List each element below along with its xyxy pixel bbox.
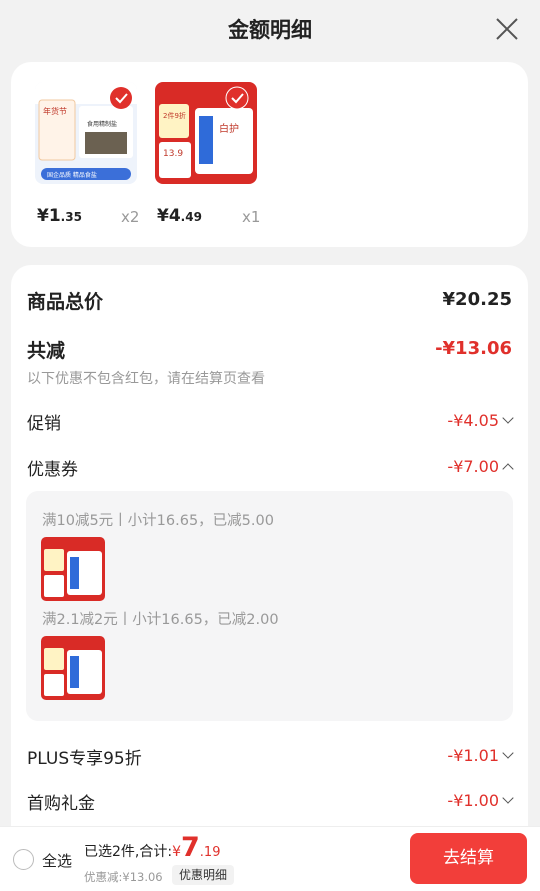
selected-summary: 已选2件,合计:¥7.19 [84,834,221,861]
select-all-label[interactable]: 全选 [42,850,72,871]
amount-symbol: ¥ [172,844,181,860]
total-value: ¥20.25 [442,289,512,310]
coupon-value: -¥7.00 [447,457,499,476]
svg-text:白护: 白护 [219,122,239,135]
plus-label: PLUS专享95折 [27,749,142,769]
products-card: 年货节 食用精制盐 国企品质 精品食盐 ¥1.35 x2 2件9折 白护 13.… [11,62,528,247]
product-1-price-int: ¥1 [37,206,61,226]
coupon-2-product-image [41,636,105,700]
chevron-up-icon [502,463,514,475]
gift-label: 首购礼金 [27,794,95,814]
product-2-qty: x1 [242,208,261,226]
gift-value: -¥1.00 [447,791,499,810]
header: 金额明细 [0,0,540,60]
amount-detail-card: 商品总价 ¥20.25 共减 -¥13.06 以下优惠不包含红包，请在结算页查看… [11,265,528,891]
page-title: 金额明细 [228,18,312,42]
product-1-img-text-a: 年货节 [43,106,67,116]
promo-label: 促销 [27,414,61,434]
product-1-price-dec: .35 [60,210,82,224]
promo-value: -¥4.05 [447,411,499,430]
promo-row-toggle[interactable]: -¥4.05 [447,411,514,430]
discount-detail-button[interactable]: 优惠明细 [172,865,235,885]
coupon-2-text: 满2.1减2元丨小计16.65，已减2.00 [42,612,279,628]
close-icon[interactable] [494,16,520,42]
total-label: 商品总价 [27,291,104,313]
coupon-row-toggle[interactable]: -¥7.00 [447,457,514,476]
chevron-down-icon [502,412,514,424]
product-image-toothpaste[interactable]: 2件9折 白护 13.9 [155,82,257,184]
coupon-detail-box: 满10减5元丨小计16.65，已减5.00 满2.1减2元丨小计16.65，已减… [26,491,513,721]
product-1-qty: x2 [121,208,140,226]
coupon-1-text: 满10减5元丨小计16.65，已减5.00 [42,513,274,529]
select-all-radio[interactable] [13,849,34,870]
svg-text:食用精制盐: 食用精制盐 [87,120,117,128]
coupon-label: 优惠券 [27,460,78,480]
amount-dec: .19 [199,845,221,860]
amount-int: 7 [181,832,200,863]
coupon-1-product-image [41,537,105,601]
reduce-value: -¥13.06 [435,338,512,359]
product-2-price-int: ¥4 [157,206,181,226]
reduce-note: 以下优惠不包含红包，请在结算页查看 [27,371,265,387]
product-2-price: ¥4.49 [157,206,202,226]
selected-text: 已选2件,合计: [84,844,173,860]
checkout-button[interactable]: 去结算 [410,833,527,884]
product-2-price-dec: .49 [180,210,202,224]
gift-row-toggle[interactable]: -¥1.00 [447,791,514,810]
svg-text:国企品质 精品食盐: 国企品质 精品食盐 [47,171,97,179]
plus-value: -¥1.01 [447,746,499,765]
reduce-label: 共减 [27,340,66,362]
plus-row-toggle[interactable]: -¥1.01 [447,746,514,765]
product-1-price: ¥1.35 [37,206,82,226]
chevron-down-icon [502,792,514,804]
chevron-down-icon [502,747,514,759]
product-image-salt[interactable]: 年货节 食用精制盐 国企品质 精品食盐 [35,82,137,184]
svg-text:13.9: 13.9 [163,149,183,159]
svg-text:2件9折: 2件9折 [163,111,186,120]
discount-subtotal: 优惠减:¥13.06 [84,870,163,884]
checkout-bar: 全选 已选2件,合计:¥7.19 优惠减:¥13.06 优惠明细 去结算 [0,826,540,891]
